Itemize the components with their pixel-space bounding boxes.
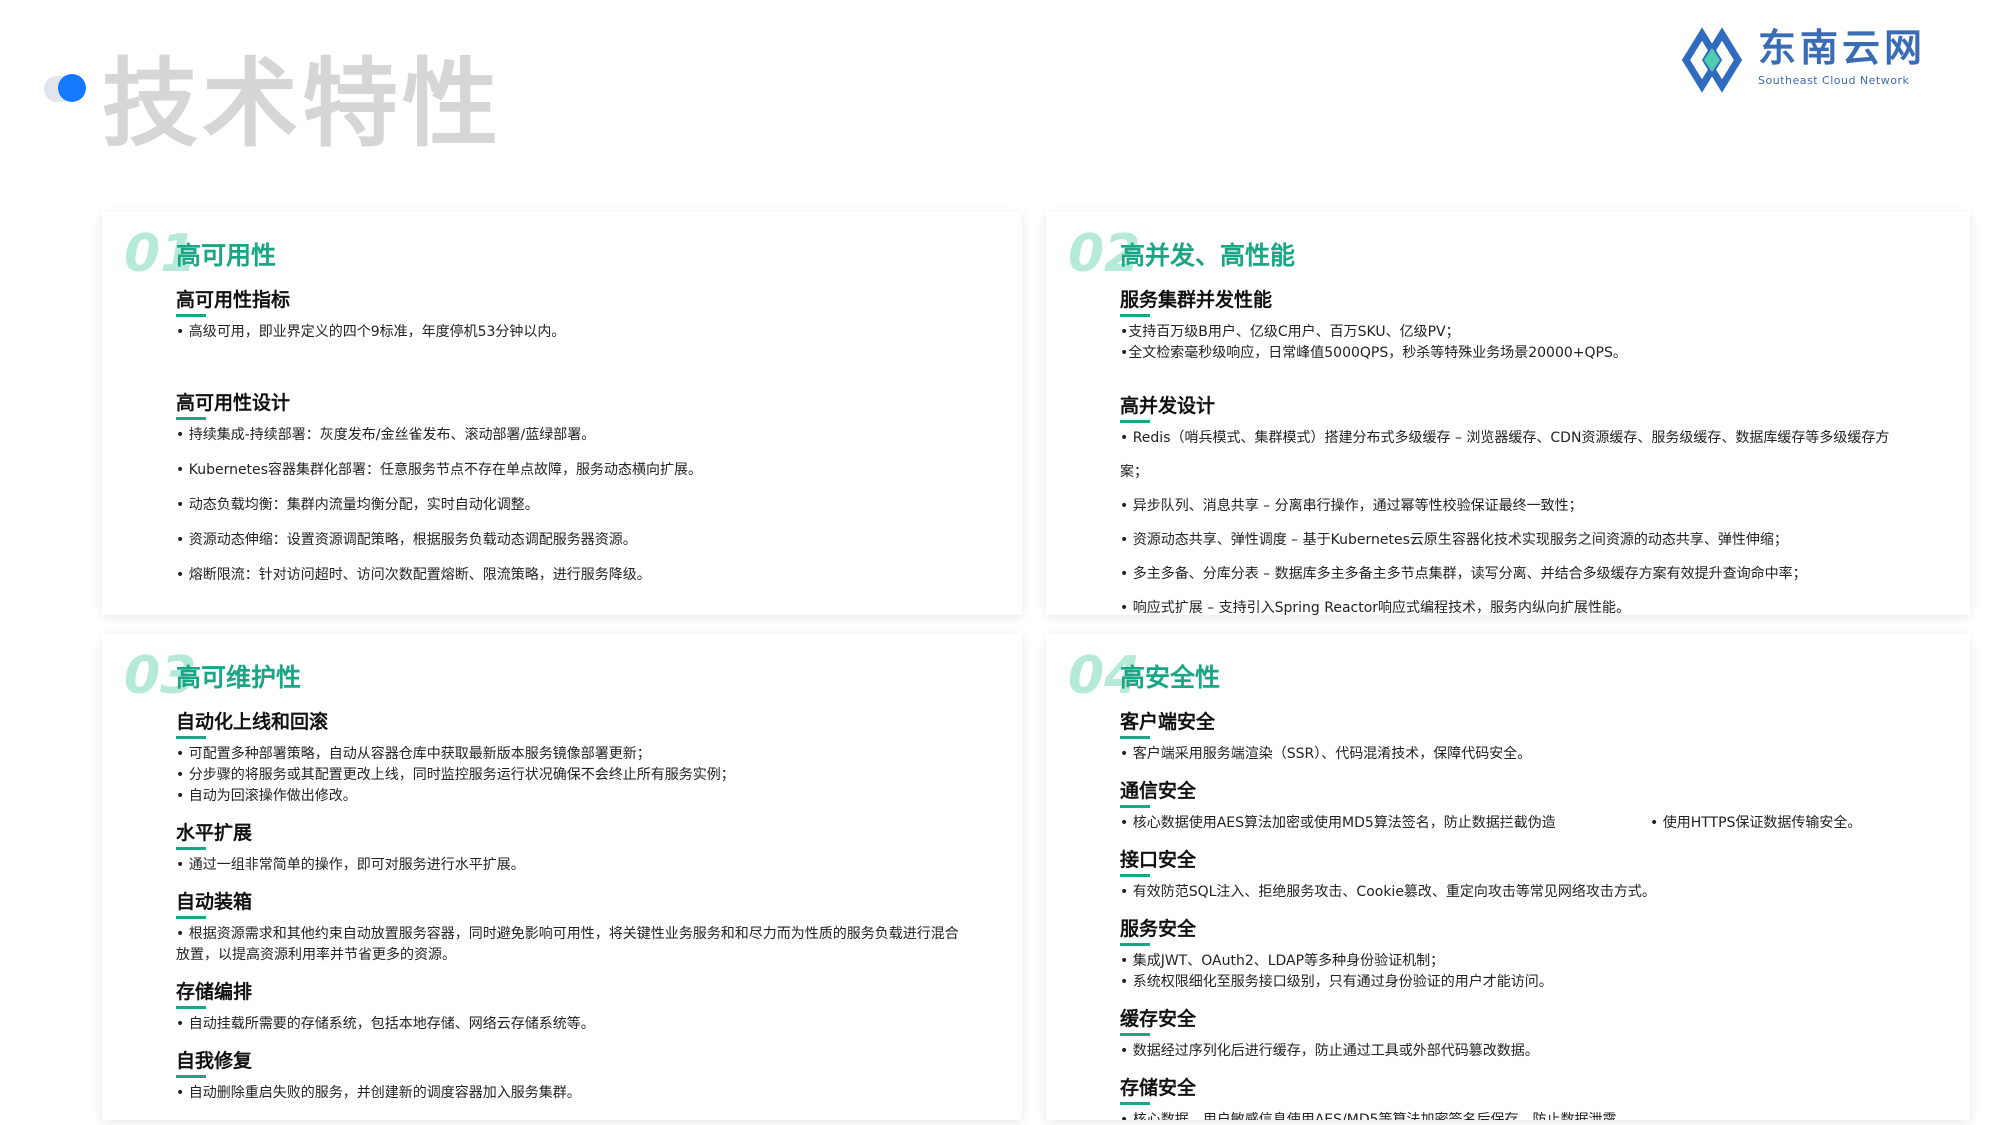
bullet-line: 放置，以提高资源利用率并节省更多的资源。 xyxy=(176,947,456,963)
bullet-line: • 自动挂载所需要的存储系统，包括本地存储、网络云存储系统等。 xyxy=(176,1016,595,1032)
bullet-line: • 高级可用，即业界定义的四个9标准，年度停机53分钟以内。 xyxy=(176,324,566,340)
bullet-line: • 数据经过序列化后进行缓存，防止通过工具或外部代码篡改数据。 xyxy=(1120,1043,1539,1059)
bullet-line: • 资源动态伸缩：设置资源调配策略，根据服务负载动态调配服务器资源。 xyxy=(176,532,637,548)
bullet-line: • 持续集成-持续部署：灰度发布/金丝雀发布、滚动部署/蓝绿部署。 xyxy=(176,427,596,443)
bullet-line: 案； xyxy=(1120,464,1148,480)
bullet-line: • 响应式扩展 – 支持引入Spring Reactor响应式编程技术，服务内纵… xyxy=(1120,600,1631,615)
section-heading: 自我修复 xyxy=(176,1047,252,1078)
bullet-line: • 异步队列、消息共享 – 分离串行操作，通过幂等性校验保证最终一致性； xyxy=(1120,498,1583,514)
section-heading: 自动化上线和回滚 xyxy=(176,708,328,739)
page-title: 技术特性 xyxy=(102,48,502,160)
card-title: 高安全性 xyxy=(1120,663,1221,692)
bullet-line: • 有效防范SQL注入、拒绝服务攻击、Cookie篡改、重定向攻击等常见网络攻击… xyxy=(1120,884,1656,900)
bullet-line: • 客户端采用服务端渲染（SSR）、代码混淆技术，保障代码安全。 xyxy=(1120,746,1532,762)
bullet-line: • 自动为回滚操作做出修改。 xyxy=(176,788,357,804)
bullet-line: • 根据资源需求和其他约束自动放置服务容器，同时避免影响可用性，将关键性业务服务… xyxy=(176,926,959,942)
section-heading: 自动装箱 xyxy=(176,888,252,919)
section-heading: 高可用性设计 xyxy=(176,389,290,420)
feature-card-maintainability: 03 高可维护性 自动化上线和回滚 • 可配置多种部署策略，自动从容器仓库中获取… xyxy=(102,634,1022,1120)
bullet-line: •全文检索毫秒级响应，日常峰值5000QPS，秒杀等特殊业务场景20000+QP… xyxy=(1120,345,1627,361)
bullet-line: • 分步骤的将服务或其配置更改上线，同时监控服务运行状况确保不会终止所有服务实例… xyxy=(176,767,735,783)
bullet-line: • 动态负载均衡：集群内流量均衡分配，实时自动化调整。 xyxy=(176,497,539,513)
section-heading: 通信安全 xyxy=(1120,777,1196,808)
section-heading: 缓存安全 xyxy=(1120,1005,1196,1036)
section-heading: 高可用性指标 xyxy=(176,286,290,317)
logo-diamond-icon xyxy=(1681,27,1743,93)
bullet-line: • 核心数据使用AES算法加密或使用MD5算法签名，防止数据拦截伪造 xyxy=(1120,815,1556,831)
card-title: 高并发、高性能 xyxy=(1120,241,1296,270)
bullet-line: • 集成JWT、OAuth2、LDAP等多种身份验证机制； xyxy=(1120,953,1445,969)
feature-card-security: 04 高安全性 客户端安全 • 客户端采用服务端渲染（SSR）、代码混淆技术，保… xyxy=(1046,634,1970,1120)
bullet-line: • 使用HTTPS保证数据传输安全。 xyxy=(1650,815,1862,831)
section-heading: 客户端安全 xyxy=(1120,708,1215,739)
bullet-line: • Kubernetes容器集群化部署：任意服务节点不存在单点故障，服务动态横向… xyxy=(176,462,702,478)
bullet-line: • 熔断限流：针对访问超时、访问次数配置熔断、限流策略，进行服务降级。 xyxy=(176,567,651,583)
logo-text: 东南云网 xyxy=(1758,25,1927,70)
section-heading: 接口安全 xyxy=(1120,846,1196,877)
section-heading: 高并发设计 xyxy=(1120,392,1215,423)
bullet-line: • 资源动态共享、弹性调度 – 基于Kubernetes云原生容器化技术实现服务… xyxy=(1120,532,1788,548)
card-title: 高可用性 xyxy=(176,241,277,270)
bullet-line: • 通过一组非常简单的操作，即可对服务进行水平扩展。 xyxy=(176,857,525,873)
feature-card-performance: 02 高并发、高性能 服务集群并发性能 •支持百万级B用户、亿级C用户、百万SK… xyxy=(1046,212,1970,615)
bullet-line: • 多主多备、分库分表 – 数据库多主多备主多节点集群，读写分离、并结合多级缓存… xyxy=(1120,566,1807,582)
bullet-line: • 核心数据、用户敏感信息使用AES/MD5等算法加密签名后保存，防止数据泄露 … xyxy=(1120,1112,1635,1120)
bullet-line: • Redis（哨兵模式、集群模式）搭建分布式多级缓存 – 浏览器缓存、CDN资… xyxy=(1120,430,1890,446)
bullet-line: • 系统权限细化至服务接口级别，只有通过身份验证的用户才能访问。 xyxy=(1120,974,1553,990)
title-dot-icon xyxy=(58,74,86,102)
bullet-line: •支持百万级B用户、亿级C用户、百万SKU、亿级PV； xyxy=(1120,324,1460,340)
logo-subtitle: Southeast Cloud Network xyxy=(1758,74,1910,87)
section-heading: 服务安全 xyxy=(1120,915,1196,946)
company-logo: 东南云网 Southeast Cloud Network xyxy=(1678,26,1928,96)
bullet-line: • 可配置多种部署策略，自动从容器仓库中获取最新版本服务镜像部署更新； xyxy=(176,746,651,762)
bullet-line: • 自动删除重启失败的服务，并创建新的调度容器加入服务集群。 xyxy=(176,1085,581,1101)
card-title: 高可维护性 xyxy=(176,663,302,692)
section-heading: 服务集群并发性能 xyxy=(1120,286,1272,317)
section-heading: 水平扩展 xyxy=(176,819,252,850)
section-heading: 存储编排 xyxy=(176,978,252,1009)
section-heading: 存储安全 xyxy=(1120,1074,1196,1105)
feature-card-availability: 01 高可用性 高可用性指标 • 高级可用，即业界定义的四个9标准，年度停机53… xyxy=(102,212,1022,615)
